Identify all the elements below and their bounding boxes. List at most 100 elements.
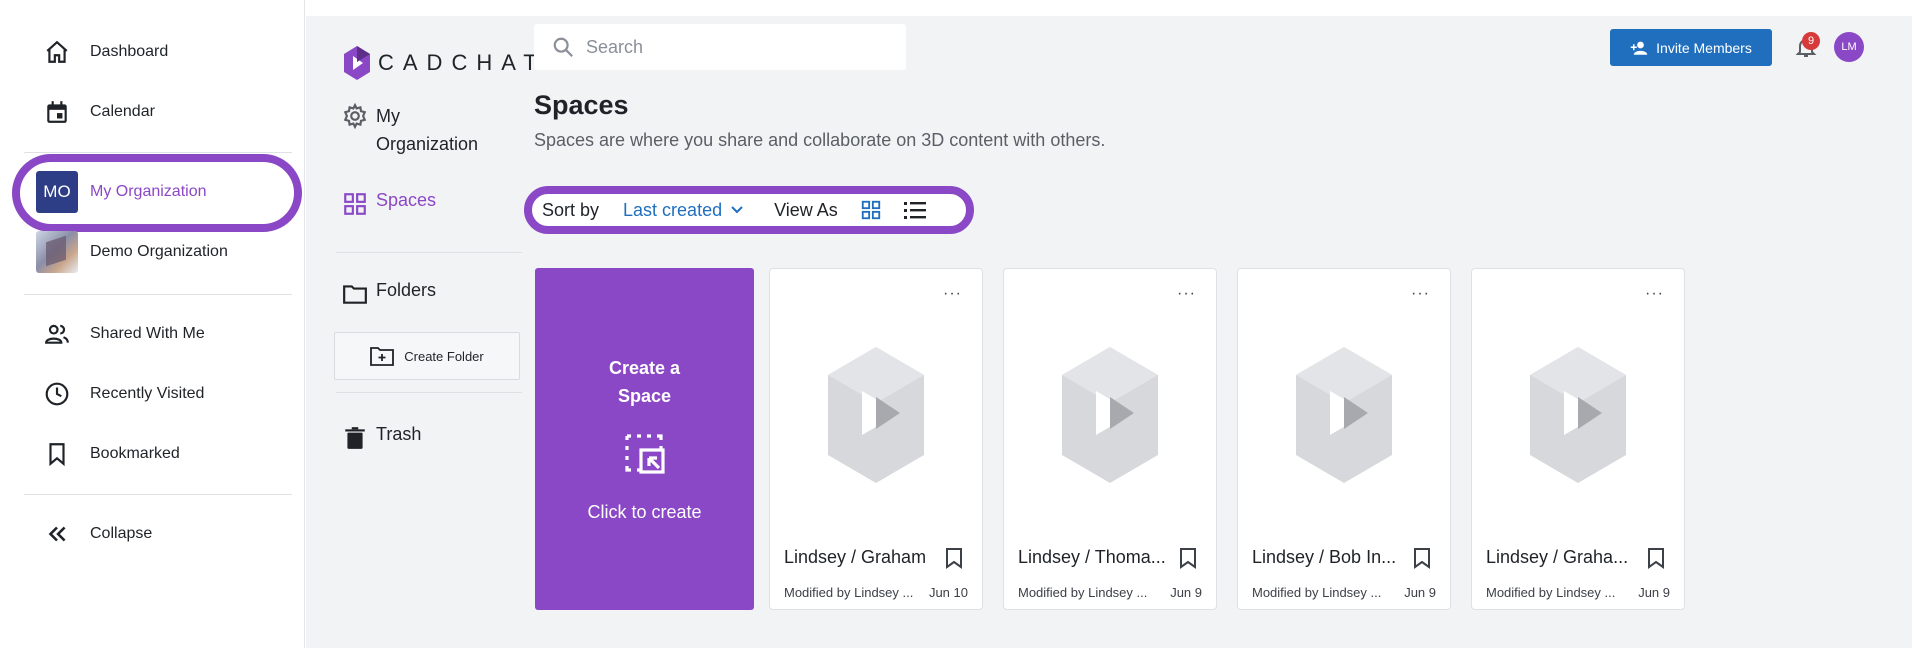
sidebar-item-shared-with-me[interactable]: Shared With Me (24, 312, 205, 356)
search-icon (553, 37, 573, 57)
invite-members-button[interactable]: Invite Members (1610, 29, 1772, 66)
sidebar-item-label: Calendar (90, 103, 155, 120)
subnav-spaces-label: Spaces (376, 190, 437, 210)
create-space-action: Click to create (587, 502, 702, 522)
sort-view-toolbar: Sort by Last created View As (524, 186, 974, 234)
sidebar-item-label: Recently Visited (90, 385, 205, 402)
space-card[interactable]: ··· Lindsey / Thoma... Modified by Linds… (1003, 268, 1217, 610)
cadchat-logo-icon (344, 46, 370, 80)
space-modified: Modified by Lindsey ... (1252, 585, 1382, 600)
select-area-icon (624, 434, 665, 474)
sidebar-org-my-organization[interactable]: MO My Organization (36, 170, 207, 214)
space-date: Jun 9 (1404, 585, 1436, 600)
space-card[interactable]: ··· Lindsey / Bob In... Modified by Lind… (1237, 268, 1451, 610)
space-placeholder-icon (1296, 347, 1392, 483)
chevron-down-icon (731, 206, 743, 214)
sidebar-org-demo-organization[interactable]: Demo Organization (36, 230, 228, 274)
sidebar-item-label: My Organization (90, 183, 207, 200)
grid-icon (861, 200, 880, 220)
sidebar-item-calendar[interactable]: Calendar (24, 90, 155, 134)
sort-dropdown[interactable]: Last created (623, 200, 744, 221)
subnav-folders-label: Folders (376, 280, 437, 300)
bookmark-icon[interactable] (1412, 547, 1432, 569)
space-date: Jun 9 (1170, 585, 1202, 600)
create-space-title: Create a Space (535, 354, 754, 410)
space-name: Lindsey / Graham (784, 547, 927, 567)
sidebar-item-bookmarked[interactable]: Bookmarked (24, 432, 180, 476)
space-name: Lindsey / Graha... (1486, 547, 1629, 567)
create-space-card[interactable]: Create a Space Click to create (535, 268, 754, 610)
space-placeholder-icon (828, 347, 924, 483)
page-title: Spaces (534, 90, 629, 120)
page-subtitle: Spaces are where you share and collabora… (534, 130, 1106, 150)
bookmark-icon[interactable] (944, 547, 964, 569)
space-placeholder-icon (1530, 347, 1626, 483)
sort-value: Last created (623, 199, 723, 220)
sidebar-item-label: Bookmarked (90, 445, 180, 462)
sort-by-label: Sort by (542, 199, 600, 220)
subnav-trash[interactable]: Trash (342, 424, 421, 452)
notification-count-badge: 9 (1802, 32, 1820, 50)
subnav-my-organization[interactable]: My Organization (342, 102, 478, 158)
more-options-icon[interactable]: ··· (1177, 285, 1196, 303)
space-modified: Modified by Lindsey ... (784, 585, 914, 600)
add-folder-icon (370, 347, 395, 366)
double-chevron-left-icon (24, 521, 90, 547)
people-icon (24, 321, 90, 347)
sidebar-collapse-button[interactable]: Collapse (24, 512, 152, 556)
cadchat-logo[interactable]: CADCHAT (344, 46, 546, 80)
main-area: CADCHAT Invite Members 9 LM My Organizat… (306, 16, 1912, 648)
sidebar-item-dashboard[interactable]: Dashboard (24, 30, 168, 74)
add-person-icon (1630, 41, 1648, 55)
create-folder-label: Create Folder (404, 348, 484, 364)
more-options-icon[interactable]: ··· (943, 285, 962, 303)
sidebar-divider (24, 494, 292, 495)
more-options-icon[interactable]: ··· (1411, 285, 1430, 303)
subnav-spaces[interactable]: Spaces (342, 190, 436, 218)
grid-icon (342, 190, 376, 218)
grid-view-toggle[interactable] (858, 197, 884, 223)
gear-icon (342, 102, 376, 130)
sidebar: Dashboard Calendar MO My Organization De… (0, 0, 305, 648)
subnav-folders[interactable]: Folders (342, 280, 436, 308)
sidebar-item-label: Demo Organization (90, 243, 228, 260)
search-bar[interactable] (534, 24, 906, 70)
sidebar-item-label: Dashboard (90, 43, 169, 60)
subnav-divider (336, 392, 522, 393)
bookmark-icon[interactable] (1178, 547, 1198, 569)
subnav-divider (336, 252, 522, 253)
organization-thumbnail (36, 231, 78, 273)
calendar-icon (24, 99, 90, 125)
space-modified: Modified by Lindsey ... (1018, 585, 1148, 600)
subnav-org-label-line1: My (376, 106, 400, 126)
list-icon (903, 202, 926, 219)
sidebar-divider (24, 294, 292, 295)
space-placeholder-icon (1062, 347, 1158, 483)
clock-icon (24, 381, 90, 407)
subnav-org-label-line2: Organization (376, 134, 479, 154)
sidebar-divider (24, 152, 292, 153)
invite-members-label: Invite Members (1656, 39, 1752, 56)
space-date: Jun 10 (928, 585, 968, 600)
space-card[interactable]: ··· Lindsey / Graham Modified by Lindsey… (769, 268, 983, 610)
collapse-label: Collapse (90, 525, 153, 542)
bookmark-icon[interactable] (1646, 547, 1666, 569)
search-input[interactable] (586, 36, 876, 58)
create-space-title-line1: Create a (608, 358, 681, 378)
trash-icon (342, 424, 376, 452)
home-icon (24, 39, 90, 65)
space-date: Jun 9 (1638, 585, 1670, 600)
org-badge: MO (36, 171, 78, 213)
sidebar-item-recently-visited[interactable]: Recently Visited (24, 372, 204, 416)
avatar[interactable]: LM (1834, 32, 1864, 62)
space-modified: Modified by Lindsey ... (1486, 585, 1616, 600)
subnav-org-label: My Organization (376, 102, 478, 158)
space-name: Lindsey / Thoma... (1018, 547, 1166, 567)
create-folder-button[interactable]: Create Folder (334, 332, 520, 380)
view-as-label: View As (774, 199, 838, 220)
subnav-trash-label: Trash (376, 424, 422, 444)
space-card[interactable]: ··· Lindsey / Graha... Modified by Linds… (1471, 268, 1685, 610)
sidebar-item-label: Shared With Me (90, 325, 205, 342)
list-view-toggle[interactable] (902, 197, 928, 223)
more-options-icon[interactable]: ··· (1645, 285, 1664, 303)
